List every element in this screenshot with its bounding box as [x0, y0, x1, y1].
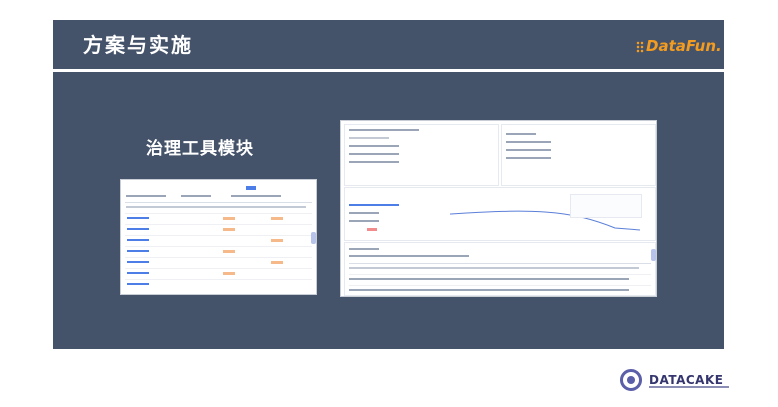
table-row	[349, 285, 651, 286]
mini-info-panel	[501, 124, 656, 186]
datafun-logo-text: DataFun.	[646, 37, 722, 55]
table-row	[271, 239, 283, 242]
mini-text	[506, 133, 536, 135]
mini-table-header	[349, 267, 639, 269]
table-row	[125, 279, 312, 280]
governance-detail-screenshot	[340, 120, 657, 297]
slide-content-panel: 治理工具模块	[53, 72, 724, 349]
table-row	[223, 228, 235, 231]
mini-text	[349, 161, 399, 163]
table-row	[349, 274, 651, 275]
table-row	[127, 250, 149, 252]
mini-chart-panel	[344, 187, 656, 241]
table-row	[127, 239, 149, 241]
side-drawer-tab	[311, 232, 316, 244]
datafun-dots-icon	[636, 40, 644, 53]
mini-text	[349, 204, 399, 206]
mini-table-panel	[344, 242, 656, 296]
table-row	[271, 261, 283, 264]
table-row	[125, 213, 312, 214]
table-row	[125, 246, 312, 247]
mini-text	[506, 141, 551, 143]
mini-text	[349, 145, 399, 147]
mini-info-panel	[344, 124, 499, 186]
mini-filter-bar	[181, 195, 211, 197]
section-label: 治理工具模块	[146, 139, 254, 159]
table-row	[127, 283, 149, 285]
table-row	[223, 217, 235, 220]
table-row	[271, 217, 283, 220]
datacake-tagline	[649, 386, 729, 388]
table-row	[125, 268, 312, 269]
datacake-logo-text: DATACAKE	[649, 373, 724, 387]
mini-table-header-line	[125, 202, 312, 203]
mini-filter-bar	[231, 195, 281, 197]
mini-badge	[367, 228, 377, 231]
datacake-logo: DATACAKE	[620, 369, 729, 391]
slide-header: 方案与实施 DataFun.	[53, 20, 724, 69]
mini-text	[349, 129, 419, 131]
mini-text	[506, 157, 551, 159]
table-row	[349, 278, 629, 280]
side-drawer-tab	[651, 249, 656, 261]
slide-title: 方案与实施	[83, 33, 193, 57]
datafun-logo: DataFun.	[636, 37, 722, 55]
table-row	[127, 228, 149, 230]
datacake-icon	[620, 369, 642, 391]
mini-tooltip	[570, 194, 642, 218]
table-row	[223, 272, 235, 275]
mini-search-button	[246, 186, 256, 190]
mini-text	[349, 212, 379, 214]
mini-text	[349, 137, 389, 139]
table-row	[223, 250, 235, 253]
mini-table-header-line	[349, 263, 651, 264]
table-row	[125, 235, 312, 236]
mini-text	[349, 255, 469, 257]
table-row	[125, 257, 312, 258]
mini-text	[349, 153, 399, 155]
table-row	[349, 289, 629, 291]
table-row	[125, 224, 312, 225]
governance-table-screenshot	[120, 179, 317, 295]
mini-text	[349, 220, 379, 222]
mini-text	[349, 248, 379, 250]
table-row	[127, 261, 149, 263]
table-row	[127, 217, 149, 219]
table-row	[127, 272, 149, 274]
mini-text	[506, 149, 551, 151]
mini-table-header	[126, 206, 306, 208]
mini-filter-bar	[126, 195, 166, 197]
